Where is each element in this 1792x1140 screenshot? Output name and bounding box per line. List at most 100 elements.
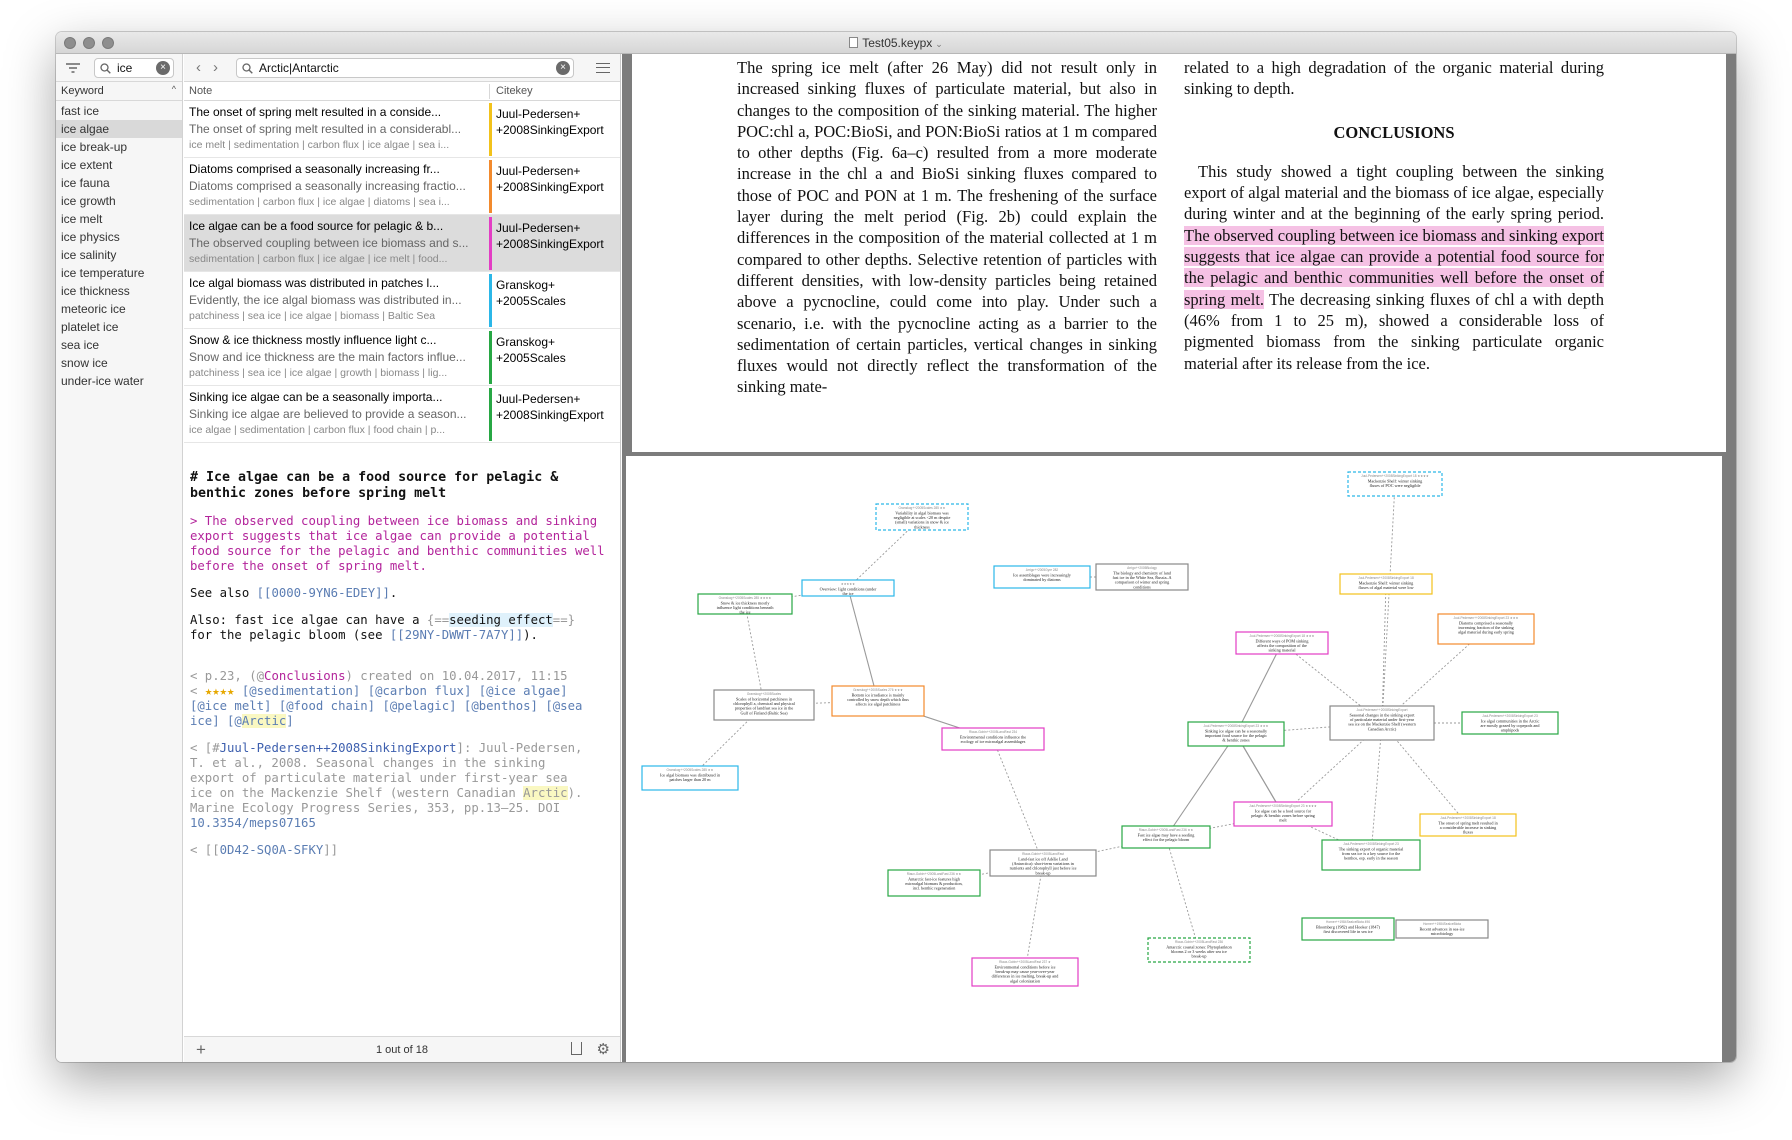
note-tags: < ★★★★ [@sedimentation] [@carbon flux] [… [190, 684, 611, 729]
backlink-link[interactable]: 0D42-SQ0A-SFKY [220, 843, 324, 857]
keyword-search-input[interactable]: ice × [94, 58, 174, 78]
back-chevron-icon[interactable]: ‹ [196, 59, 201, 76]
also-link[interactable]: [[29NY-DWWT-7A7Y]] [390, 628, 523, 642]
citekey-line: Juul-Pedersen+ [496, 107, 581, 121]
keyword-item[interactable]: snow ice [56, 354, 182, 372]
note-editor[interactable]: # Ice algae can be a food source for pel… [184, 458, 621, 1028]
graph-node[interactable]: Arrigo++2005Gyre 282Ice assemblages were… [993, 565, 1091, 589]
keyword-item[interactable]: ice growth [56, 192, 182, 210]
keyword-item[interactable]: sea ice [56, 336, 182, 354]
note-graph[interactable]: Granskog++2005Scales 285 ★★Variability i… [626, 456, 1722, 1062]
keyword-item[interactable]: fast ice [56, 102, 182, 120]
graph-node[interactable]: Riaux-Gobin++2005LandFastLand-fast ice o… [989, 849, 1097, 877]
note-row[interactable]: Ice algal biomass was distributed in pat… [184, 272, 620, 329]
graph-canvas[interactable]: Granskog++2005Scales 285 ★★ Variability i… [626, 456, 1722, 1062]
see-also-link[interactable]: [[0000-9YN6-EDEY]] [257, 586, 390, 600]
note-row[interactable]: Sinking ice algae can be a seasonally im… [184, 386, 620, 443]
graph-node[interactable]: Juul-Pedersen++2008SinkingExport 23The s… [1321, 839, 1421, 871]
rating-stars[interactable]: ★★★★ [205, 684, 235, 698]
note-row[interactable]: Diatoms comprised a seasonally increasin… [184, 158, 620, 215]
keyword-item[interactable]: ice temperature [56, 264, 182, 282]
graph-node[interactable]: Riaux-Gobin++2005LandFast 236 ★★Antarcti… [887, 869, 981, 897]
window-title[interactable]: Test05.keypx ⌄ [56, 36, 1736, 50]
tags-prefix: < [190, 684, 205, 698]
ref-citekey-link[interactable]: Juul-Pedersen++2008SinkingExport [220, 741, 457, 755]
keyword-column-header[interactable]: Keyword ^ [56, 82, 182, 101]
graph-node[interactable]: Juul-Pedersen++2008SinkingExport 23 ★★★★… [1233, 801, 1333, 827]
keyword-item[interactable]: ice thickness [56, 282, 182, 300]
search-icon [100, 63, 111, 74]
note-keywords: sedimentation | carbon flux | ice algae … [189, 253, 448, 265]
graph-node[interactable]: Horner++1984SeaIceBiotaRecent advances i… [1395, 919, 1489, 939]
graph-node-text: break-up [1192, 954, 1207, 959]
graph-node[interactable]: ★★★★★Overview: light conditions (underth… [801, 579, 895, 597]
list-menu-icon[interactable] [596, 63, 610, 73]
graph-node[interactable]: Juul-Pedersen++2008SinkingExport 18 ★★★D… [1235, 631, 1329, 655]
graph-node-text: algal material during early spring [1458, 630, 1515, 635]
keyword-item[interactable]: ice salinity [56, 246, 182, 264]
graph-node[interactable]: Arrigo++2005BiologyThe biology and chemi… [1095, 563, 1189, 591]
note-quote[interactable]: > The observed coupling between ice biom… [190, 514, 611, 574]
keyword-item[interactable]: under-ice water [56, 372, 182, 390]
keyword-item[interactable]: platelet ice [56, 318, 182, 336]
keyword-item[interactable]: ice melt [56, 210, 182, 228]
keyword-item[interactable]: ice algae [56, 120, 182, 138]
column-separator[interactable] [489, 84, 490, 99]
highlight-open-marker: {== [426, 613, 450, 627]
keyword-item[interactable]: ice extent [56, 156, 182, 174]
graph-node[interactable]: Juul-Pedersen++2008SinkingExport 23 ★★★D… [1437, 613, 1535, 645]
notes-pane: ‹ › Arctic|Antarctic × Note Citekey The … [184, 54, 621, 1062]
note-row[interactable]: Ice algae can be a food source for pelag… [184, 215, 620, 272]
graph-node[interactable]: Juul-Pedersen++2008SinkingExport 18 ★★★★… [1347, 471, 1443, 497]
app-window: Test05.keypx ⌄ ice × Keyword ^ fast ice ice… [56, 32, 1736, 1062]
graph-node[interactable]: Granskog++2005Scales 285 ★★Ice algal bio… [641, 765, 739, 791]
graph-node[interactable]: Granskog++2005ScalesScales of horizontal… [713, 689, 815, 721]
note-heading[interactable]: # Ice algae can be a food source for pel… [190, 470, 611, 502]
graph-node[interactable]: Juul-Pedersen++2008SinkingExportSeasonal… [1329, 705, 1435, 741]
forward-chevron-icon[interactable]: › [213, 59, 218, 76]
notes-search-input[interactable]: Arctic|Antarctic × [236, 58, 574, 78]
also-line[interactable]: Also: fast ice algae can have a {==seedi… [190, 613, 611, 643]
graph-node[interactable]: Riaux-Gobin++2005LandFast 234Environment… [941, 727, 1045, 751]
pdf-viewer[interactable]: The spring ice melt (after 26 May) did n… [622, 54, 1736, 452]
graph-node[interactable]: Granskog++2005Scales 285 ★★★★Snow & ice … [697, 593, 793, 615]
graph-node[interactable]: Juul-Pedersen++2008SinkingExport 18The o… [1419, 813, 1517, 837]
keyword-item[interactable]: ice break-up [56, 138, 182, 156]
graph-node[interactable]: Riaux-Gobin++2005LandFast 236Antarctic c… [1147, 937, 1251, 963]
gear-icon[interactable]: ⚙ [597, 1040, 610, 1058]
graph-view[interactable]: Granskog++2005Scales 285 ★★ Variability i… [622, 452, 1736, 1062]
keyword-item[interactable]: ice fauna [56, 174, 182, 192]
share-icon[interactable] [571, 1042, 582, 1055]
clear-search-icon[interactable]: × [156, 61, 170, 75]
graph-node[interactable]: Horner++1984SeaIceBiota 496Bloomberg (19… [1301, 917, 1395, 941]
graph-node[interactable]: Juul-Pedersen++2008SinkingExport 23 ★★★S… [1187, 721, 1285, 747]
keyword-item[interactable]: ice physics [56, 228, 182, 246]
graph-node[interactable]: Granskog++2005Scales 276 ★★★Bottom ice i… [831, 685, 925, 717]
graph-node-text: algal colonization [1010, 978, 1041, 983]
graph-node[interactable]: Granskog++2005Scales 285 ★★Variability i… [875, 503, 969, 531]
filter-icon[interactable] [66, 63, 80, 73]
note-summary: Diatoms comprised a seasonally increasin… [189, 179, 466, 193]
see-also-line[interactable]: See also [[0000-9YN6-EDEY]]. [190, 586, 611, 601]
graph-node[interactable]: Juul-Pedersen++2008SinkingExport 23Ice a… [1461, 711, 1559, 735]
graph-node[interactable]: Juul-Pedersen++2008SinkingExport 18Macke… [1339, 573, 1433, 595]
note-title: Diatoms comprised a seasonally increasin… [189, 162, 440, 176]
notes-search-value[interactable]: Arctic|Antarctic [259, 61, 339, 75]
meta-section-link[interactable]: Conclusions [264, 669, 345, 683]
graph-edge [992, 738, 1044, 864]
keyword-item[interactable]: meteoric ice [56, 300, 182, 318]
citekey-line: +2005Scales [496, 351, 566, 365]
graph-node-text: dominated by diatoms [1023, 577, 1061, 582]
graph-node[interactable]: Riaux-Gobin++2005LandFast 237 ★Environme… [971, 957, 1079, 987]
chevron-down-icon: ⌄ [935, 39, 943, 49]
citekey-column-header[interactable]: Citekey [496, 85, 533, 97]
keyword-search-value[interactable]: ice [117, 61, 132, 75]
note-row[interactable]: Snow & ice thickness mostly influence li… [184, 329, 620, 386]
clear-search-icon[interactable]: × [556, 61, 570, 75]
graph-node[interactable]: Riaux-Gobin++2005LandFast 236 ★★Fast ice… [1121, 825, 1211, 849]
note-column-header[interactable]: Note [189, 85, 212, 97]
tag-arctic[interactable]: Arctic [241, 714, 287, 728]
ref-doi-link[interactable]: 10.3354/meps07165 [190, 816, 316, 830]
note-row[interactable]: The onset of spring melt resulted in a c… [184, 101, 620, 158]
graph-node-text: ecology of ice microalgal assemblages [961, 739, 1026, 744]
